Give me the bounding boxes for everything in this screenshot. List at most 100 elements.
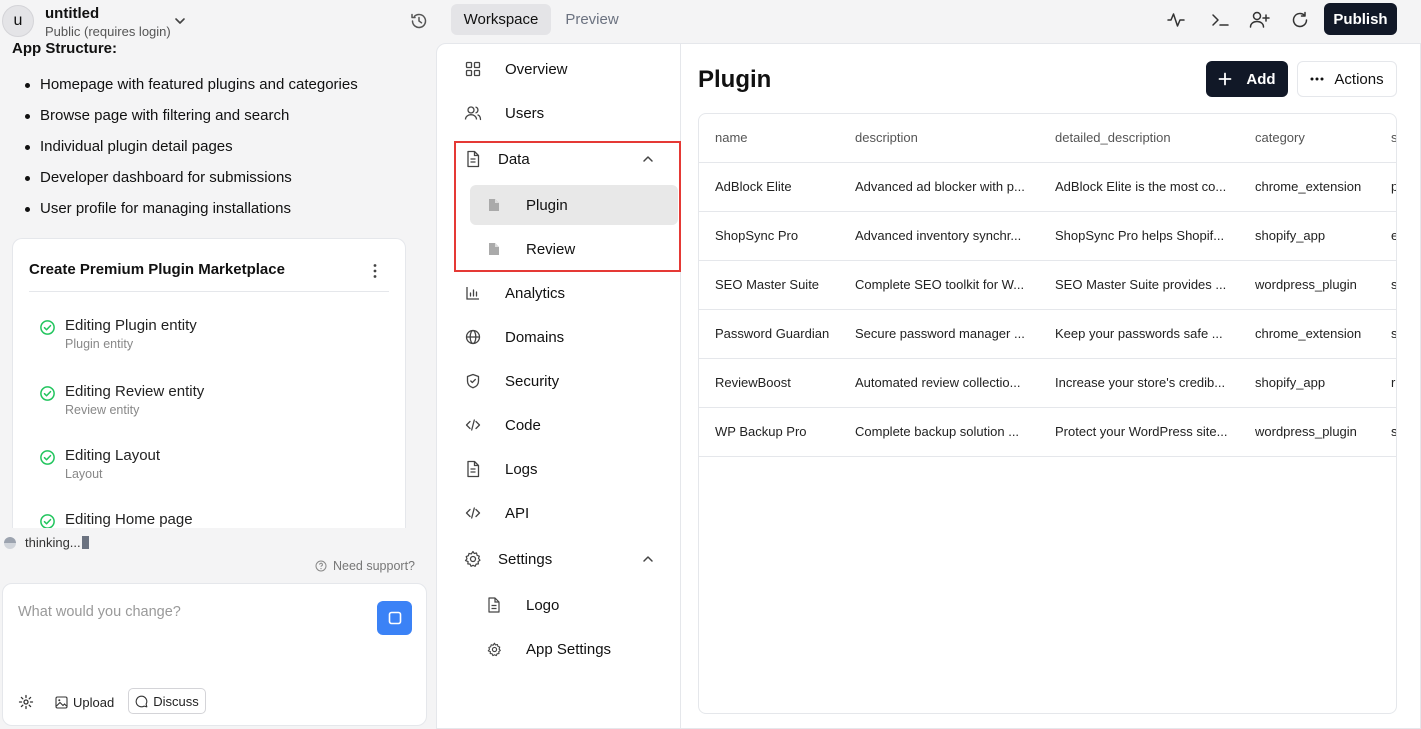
tab-workspace[interactable]: Workspace bbox=[451, 4, 551, 35]
history-icon[interactable] bbox=[409, 11, 429, 31]
sidebar-item-label: App Settings bbox=[526, 640, 612, 658]
task-title: Editing Layout bbox=[65, 447, 161, 464]
image-icon bbox=[55, 695, 68, 709]
table-row[interactable]: WP Backup Pro Complete backup solution .… bbox=[699, 407, 1396, 457]
stop-icon bbox=[388, 611, 401, 625]
sidebar-item-logo[interactable]: Logo bbox=[470, 585, 678, 625]
message-composer: Upload Discuss bbox=[2, 583, 427, 726]
refresh-icon[interactable] bbox=[1287, 7, 1313, 33]
task-subtitle: Layout bbox=[65, 467, 103, 481]
workspace-panel: Overview Users Data Plugin Review Analyt… bbox=[436, 43, 1421, 729]
sidebar-item-label: Users bbox=[505, 104, 545, 122]
message-input[interactable] bbox=[18, 600, 358, 624]
table-cell: SEO Master Suite bbox=[699, 260, 839, 310]
sidebar-item-security[interactable]: Security bbox=[437, 361, 681, 401]
table-cell: s bbox=[1375, 260, 1396, 310]
discuss-button[interactable]: Discuss bbox=[128, 688, 206, 714]
column-header[interactable]: name bbox=[699, 114, 839, 163]
activity-icon[interactable] bbox=[1163, 7, 1189, 33]
more-vertical-icon[interactable] bbox=[365, 261, 385, 281]
column-header[interactable]: description bbox=[839, 114, 1039, 163]
sidebar-item-logs[interactable]: Logs bbox=[437, 449, 681, 489]
list-item: Browse page with filtering and search bbox=[22, 107, 358, 138]
entity-content: Plugin Add Actions name description deta… bbox=[681, 44, 1420, 728]
message-circle-icon bbox=[135, 695, 148, 707]
table-cell: Advanced inventory synchr... bbox=[839, 211, 1039, 261]
plan-card: Create Premium Plugin Marketplace Editin… bbox=[12, 238, 406, 528]
support-link[interactable]: Need support? bbox=[315, 559, 415, 573]
column-header[interactable]: detailed_description bbox=[1039, 114, 1239, 163]
table-cell: wordpress_plugin bbox=[1239, 260, 1375, 310]
tab-preview[interactable]: Preview bbox=[556, 4, 628, 35]
table-cell: Complete SEO toolkit for W... bbox=[839, 260, 1039, 310]
plus-icon bbox=[1219, 72, 1232, 86]
table-cell: s bbox=[1375, 309, 1396, 359]
table-cell: chrome_extension bbox=[1239, 162, 1375, 212]
table-cell: shopify_app bbox=[1239, 211, 1375, 261]
sidebar-item-label: API bbox=[505, 504, 530, 522]
column-header[interactable]: category bbox=[1239, 114, 1375, 163]
sidebar-item-users[interactable]: Users bbox=[437, 93, 681, 133]
sidebar-item-code[interactable]: Code bbox=[437, 405, 681, 445]
table-row[interactable]: SEO Master Suite Complete SEO toolkit fo… bbox=[699, 260, 1396, 310]
table-cell: Increase your store's credib... bbox=[1039, 358, 1239, 408]
sidebar-item-label: Analytics bbox=[505, 284, 566, 302]
records-table: name description detailed_description ca… bbox=[698, 113, 1397, 714]
cursor bbox=[81, 536, 89, 549]
check-circle-icon bbox=[40, 386, 55, 401]
check-circle-icon bbox=[40, 320, 55, 335]
grid-icon bbox=[464, 60, 482, 78]
table-cell: wordpress_plugin bbox=[1239, 407, 1375, 457]
column-header[interactable]: s bbox=[1375, 114, 1396, 163]
shield-icon bbox=[464, 372, 482, 390]
gear-icon[interactable] bbox=[18, 694, 34, 710]
actions-button[interactable]: Actions bbox=[1297, 61, 1397, 97]
project-name[interactable]: untitled bbox=[45, 5, 99, 22]
table-cell: shopify_app bbox=[1239, 358, 1375, 408]
feature-list: Homepage with featured plugins and categ… bbox=[22, 76, 358, 231]
project-visibility: Public (requires login) bbox=[45, 24, 171, 39]
sidebar-item-api[interactable]: API bbox=[437, 493, 681, 533]
sidebar-item-app-settings[interactable]: App Settings bbox=[470, 629, 678, 669]
status-indicator bbox=[4, 537, 16, 549]
sidebar-item-analytics[interactable]: Analytics bbox=[437, 273, 681, 313]
table-cell: Advanced ad blocker with p... bbox=[839, 162, 1039, 212]
chat-panel: App Structure: Homepage with featured pl… bbox=[0, 40, 430, 729]
divider bbox=[29, 291, 389, 292]
highlight-annotation bbox=[454, 141, 681, 272]
table-cell: ReviewBoost bbox=[699, 358, 839, 408]
table-cell: e bbox=[1375, 211, 1396, 261]
status-text: thinking... bbox=[25, 535, 89, 550]
users-icon bbox=[464, 104, 482, 122]
task-subtitle: Plugin entity bbox=[65, 337, 134, 351]
sidebar-item-label: Code bbox=[505, 416, 541, 434]
table-cell: AdBlock Elite bbox=[699, 162, 839, 212]
stop-button[interactable] bbox=[377, 601, 412, 635]
sidebar-item-settings[interactable]: Settings bbox=[437, 539, 681, 579]
upload-button[interactable]: Upload bbox=[55, 690, 114, 714]
gear-icon bbox=[486, 641, 502, 657]
table-cell: chrome_extension bbox=[1239, 309, 1375, 359]
table-cell: Keep your passwords safe ... bbox=[1039, 309, 1239, 359]
publish-button[interactable]: Publish bbox=[1324, 3, 1397, 35]
table-row[interactable]: Password Guardian Secure password manage… bbox=[699, 309, 1396, 359]
more-horizontal-icon bbox=[1310, 77, 1324, 81]
sidebar-item-domains[interactable]: Domains bbox=[437, 317, 681, 357]
task-subtitle: Review entity bbox=[65, 403, 140, 417]
globe-icon bbox=[464, 328, 482, 346]
user-plus-icon[interactable] bbox=[1247, 7, 1273, 33]
table-row[interactable]: ShopSync Pro Advanced inventory synchr..… bbox=[699, 211, 1396, 261]
sidebar-item-overview[interactable]: Overview bbox=[437, 49, 681, 89]
sidebar-item-label: Security bbox=[505, 372, 560, 390]
sidebar-item-label: Logo bbox=[526, 596, 560, 614]
chevron-down-icon[interactable] bbox=[172, 13, 188, 29]
project-avatar[interactable]: u bbox=[2, 5, 34, 37]
table-row[interactable]: ReviewBoost Automated review collectio..… bbox=[699, 358, 1396, 408]
terminal-icon[interactable] bbox=[1207, 7, 1233, 33]
chevron-up-icon[interactable] bbox=[640, 551, 656, 567]
add-button[interactable]: Add bbox=[1206, 61, 1288, 97]
task-title: Editing Home page bbox=[65, 511, 193, 528]
table-cell: AdBlock Elite is the most co... bbox=[1039, 162, 1239, 212]
list-item: User profile for managing installations bbox=[22, 200, 358, 231]
table-row[interactable]: AdBlock Elite Advanced ad blocker with p… bbox=[699, 162, 1396, 212]
